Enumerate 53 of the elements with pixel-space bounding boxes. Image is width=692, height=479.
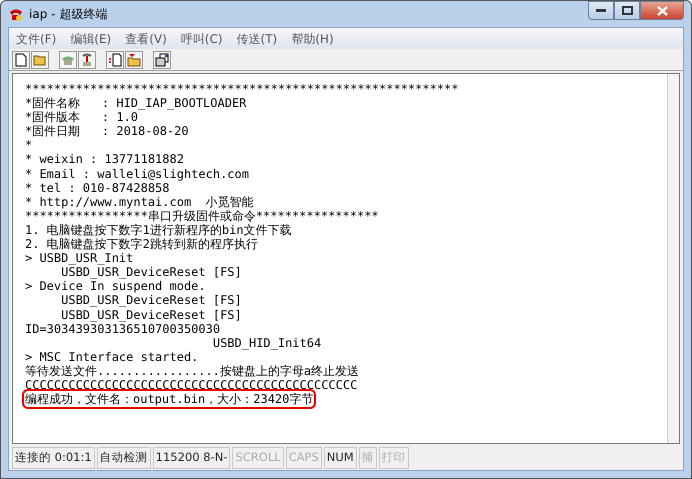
menu-item[interactable]: 呼叫(C) xyxy=(174,28,230,49)
status-pane: 捕 xyxy=(358,447,377,469)
terminal-line: USBD_USR_DeviceReset [FS] xyxy=(60,308,242,322)
send-button[interactable] xyxy=(106,50,124,68)
telephone-icon xyxy=(81,52,93,66)
terminal-line: USBD_USR_DeviceReset [FS] xyxy=(60,265,242,280)
status-pane: 自动检测 xyxy=(96,447,151,469)
terminal-line: USBD_HID_Init64 xyxy=(212,336,322,350)
status-pane: 打印 xyxy=(378,447,409,469)
terminal-line: *固件名称 : HID_IAP_BOOTLOADER xyxy=(25,96,246,110)
terminal-line: ************************************************************ xyxy=(25,82,458,96)
menu-item[interactable]: 帮助(H) xyxy=(284,28,341,49)
terminal-line: > Device In suspend mode. xyxy=(25,279,206,294)
close-icon xyxy=(656,6,668,16)
terminal-line: > MSC Interface started. xyxy=(25,350,198,364)
status-pane: CAPS xyxy=(286,447,322,469)
menu-item[interactable]: 文件(F) xyxy=(9,28,64,49)
terminal-line: 等待发送文件.................按键盘上的字母a终止发送 xyxy=(25,364,360,378)
terminal-line: > USBD_USR_Init xyxy=(25,251,134,266)
terminal-line: *固件日期 : 2018-08-20 xyxy=(25,124,189,138)
terminal-line: * xyxy=(25,138,32,152)
new-document-button[interactable] xyxy=(12,50,30,68)
open-folder-button[interactable] xyxy=(31,50,49,68)
terminal-line: *****************串口升级固件或命令***************** xyxy=(25,208,379,223)
telephone-icon xyxy=(61,54,75,66)
status-pane: 连接的 0:01:1 xyxy=(12,447,95,469)
terminal-line: * Email : walleli@slightech.com xyxy=(25,166,249,181)
status-pane: 115200 8-N- xyxy=(152,447,230,469)
maximize-icon xyxy=(622,6,632,15)
terminal-line: * weixin : 13771181882 xyxy=(25,152,184,167)
terminal-line: * http://www.myntai.com 小觅智能 xyxy=(25,194,254,209)
window-title: iap - 超级终端 xyxy=(29,6,108,23)
terminal-line: USBD_USR_DeviceReset [FS] xyxy=(60,293,242,308)
scrollbar[interactable] xyxy=(667,74,679,443)
terminal-line: 2. 电脑键盘按下数字2跳转到新的程序执行 xyxy=(25,237,258,252)
close-button[interactable] xyxy=(640,1,684,20)
status-pane: NUM xyxy=(324,447,357,469)
menu-item[interactable]: 查看(V) xyxy=(118,28,174,49)
receive-button[interactable] xyxy=(125,50,143,68)
terminal-line: 1. 电脑键盘按下数字1进行新程序的bin文件下载 xyxy=(25,222,292,238)
menu-item[interactable]: 传送(T) xyxy=(230,28,284,49)
status-pane: SCROLL xyxy=(232,447,284,469)
properties-button[interactable] xyxy=(153,50,171,68)
minimize-button[interactable] xyxy=(588,1,614,20)
disconnect-button[interactable] xyxy=(78,50,96,68)
terminal-line: CCCCCCCCCCCCCCCCCCCCCCCCCCCCCCCCCCCCCCCCCCCCCC xyxy=(25,378,358,392)
terminal-line: * tel : 010-87428858 xyxy=(25,180,170,195)
minimize-icon xyxy=(596,8,606,12)
menu-item[interactable]: 编辑(E) xyxy=(63,28,118,49)
highlighted-terminal-line: 编程成功，文件名：output.bin，大小：23420字节 xyxy=(25,392,314,406)
terminal-line: ID=303439303136510700350030 xyxy=(25,322,220,336)
maximize-button[interactable] xyxy=(614,1,640,20)
terminal-line: *固件版本 : 1.0 xyxy=(25,110,138,124)
